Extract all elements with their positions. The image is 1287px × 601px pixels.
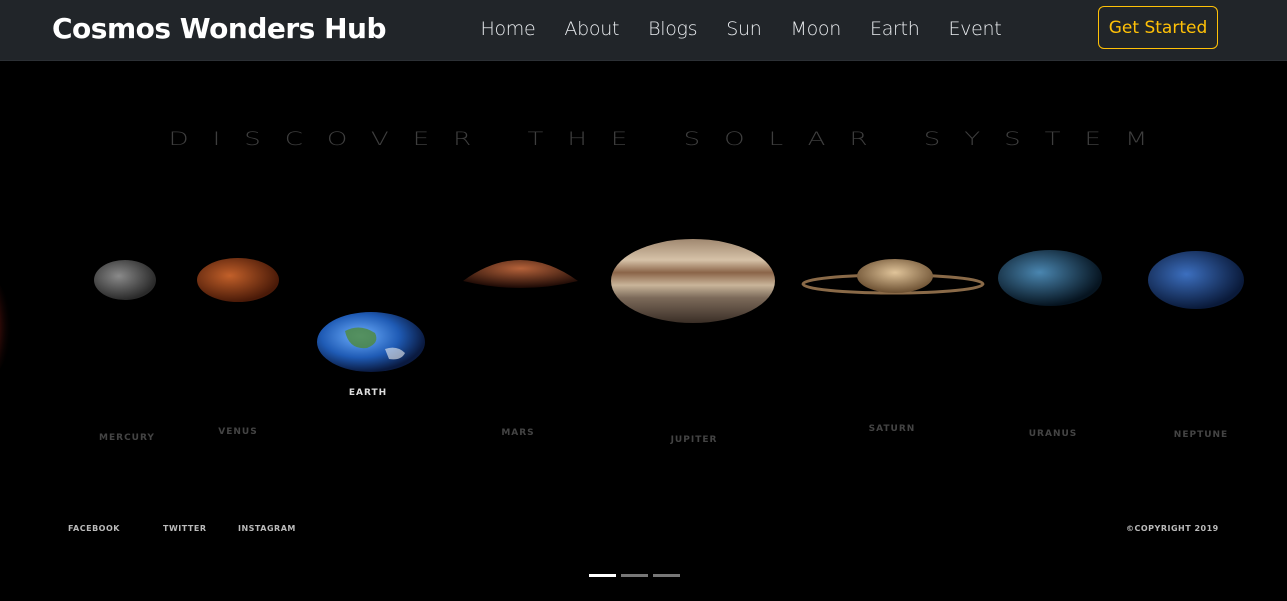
carousel-indicator-1[interactable] (589, 574, 616, 577)
get-started-button[interactable]: Get Started (1098, 6, 1218, 49)
venus-planet (197, 258, 279, 302)
uranus-planet (998, 250, 1102, 306)
nav-link-home[interactable]: Home (466, 18, 550, 40)
jupiter-planet (611, 239, 775, 323)
nav-link-sun[interactable]: Sun (712, 18, 776, 40)
mars-planet (463, 260, 578, 288)
planets-illustration (0, 239, 1244, 372)
sun-planet (0, 285, 12, 369)
carousel-indicators (589, 574, 680, 577)
nav-link-earth[interactable]: Earth (856, 18, 934, 40)
nav-links: Home About Blogs Sun Moon Earth Event (466, 0, 1016, 58)
nav-link-about[interactable]: About (550, 18, 634, 40)
nav-link-blogs[interactable]: Blogs (634, 18, 712, 40)
footer-facebook-link[interactable]: FACEBOOK (68, 524, 120, 533)
label-mars: MARS (501, 428, 535, 438)
label-saturn: SATURN (868, 424, 916, 434)
carousel-indicator-3[interactable] (653, 574, 680, 577)
neptune-planet (1148, 251, 1244, 309)
footer-copyright: ©COPYRIGHT 2019 (1126, 524, 1219, 533)
label-earth: EARTH (348, 388, 388, 398)
nav-link-moon[interactable]: Moon (776, 18, 855, 40)
hero-carousel[interactable]: DISCOVER THE SOLAR SYSTEM MERCURY VENUS … (0, 61, 1287, 601)
saturn-planet (857, 259, 933, 293)
label-uranus: URANUS (1028, 429, 1078, 439)
footer-twitter-link[interactable]: TWITTER (163, 524, 206, 533)
footer-instagram-link[interactable]: INSTAGRAM (238, 524, 296, 533)
mercury-planet (94, 260, 156, 300)
label-neptune: NEPTUNE (1173, 430, 1229, 440)
nav-link-event[interactable]: Event (934, 18, 1016, 40)
navbar: Cosmos Wonders Hub Home About Blogs Sun … (0, 0, 1287, 61)
label-mercury: MERCURY (99, 433, 155, 443)
label-venus: VENUS (218, 427, 258, 437)
brand-title[interactable]: Cosmos Wonders Hub (52, 12, 387, 45)
carousel-indicator-2[interactable] (621, 574, 648, 577)
label-jupiter: JUPITER (670, 435, 718, 445)
